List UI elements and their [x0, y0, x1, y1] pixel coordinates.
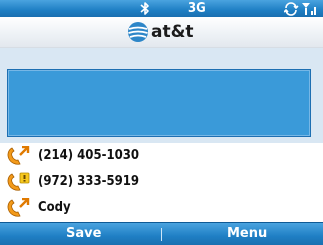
call-number: (214) 405-1030 — [38, 148, 139, 163]
save-softkey[interactable]: Save — [66, 223, 101, 245]
status-bar: 3G — [0, 0, 323, 17]
call-number: (972) 333-5919 — [38, 174, 139, 189]
call-list-item[interactable]: (214) 405-1030 — [0, 144, 323, 168]
data-connection-icon — [284, 2, 299, 16]
network-type-label: 3G — [188, 1, 206, 16]
att-globe-logo — [128, 22, 148, 42]
call-list-item[interactable]: (972) 333-5919 — [0, 170, 323, 194]
call-list-item[interactable]: Cody — [0, 196, 323, 220]
bluetooth-icon — [140, 2, 149, 15]
call-history-list: (214) 405-1030 (972) 333-5919 Cody — [0, 144, 323, 222]
carrier-header: at&t — [0, 17, 323, 48]
content-panel — [0, 48, 323, 143]
signal-strength-icon — [284, 2, 316, 16]
missed-call-icon — [7, 172, 30, 191]
outgoing-call-icon — [7, 146, 30, 165]
softkey-divider — [161, 228, 162, 241]
call-number: Cody — [38, 200, 71, 215]
carrier-name: at&t — [151, 22, 194, 42]
info-box[interactable] — [7, 69, 311, 137]
menu-softkey[interactable]: Menu — [227, 223, 267, 245]
outgoing-call-icon — [7, 198, 30, 217]
softkey-bar: Save Menu — [0, 222, 323, 245]
